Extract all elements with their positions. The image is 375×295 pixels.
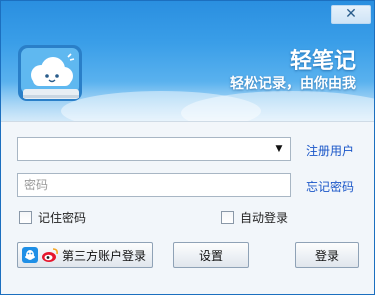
username-combobox[interactable]: ▼	[17, 137, 291, 161]
close-button[interactable]: ✕	[331, 5, 371, 24]
username-input[interactable]	[18, 138, 268, 160]
weibo-icon	[42, 248, 58, 262]
register-link[interactable]: 注册用户	[306, 142, 354, 159]
login-button[interactable]: 登录	[295, 242, 359, 268]
settings-button[interactable]: 设置	[173, 242, 249, 268]
dropdown-arrow-icon[interactable]: ▼	[272, 143, 286, 155]
header-divider	[1, 121, 374, 122]
third-party-login-label: 第三方账户登录	[62, 248, 147, 263]
forgot-password-link[interactable]: 忘记密码	[306, 178, 354, 195]
remember-password-label: 记住密码	[38, 211, 87, 225]
header-banner: ✕ 轻笔记 轻松记录，由你由我	[1, 1, 374, 121]
settings-label: 设置	[198, 248, 223, 263]
auto-login-label: 自动登录	[240, 211, 289, 225]
app-slogan: 轻松记录，由你由我	[230, 76, 356, 92]
auto-login-box[interactable]	[221, 211, 234, 224]
auto-login-checkbox[interactable]: 自动登录	[221, 209, 288, 226]
close-icon: ✕	[345, 6, 357, 22]
app-logo-icon	[18, 45, 82, 101]
third-party-login-button[interactable]: 第三方账户登录	[17, 242, 153, 268]
qq-icon	[22, 247, 38, 263]
app-title: 轻笔记	[289, 49, 356, 74]
login-label: 登录	[314, 248, 339, 263]
login-window: ✕ 轻笔记 轻松记录，由你由我 ▼ 注册用户 忘记密码 记住密码 自动登录 第三…	[0, 0, 375, 295]
password-input[interactable]	[17, 173, 291, 197]
remember-password-box[interactable]	[19, 211, 32, 224]
remember-password-checkbox[interactable]: 记住密码	[19, 209, 86, 226]
